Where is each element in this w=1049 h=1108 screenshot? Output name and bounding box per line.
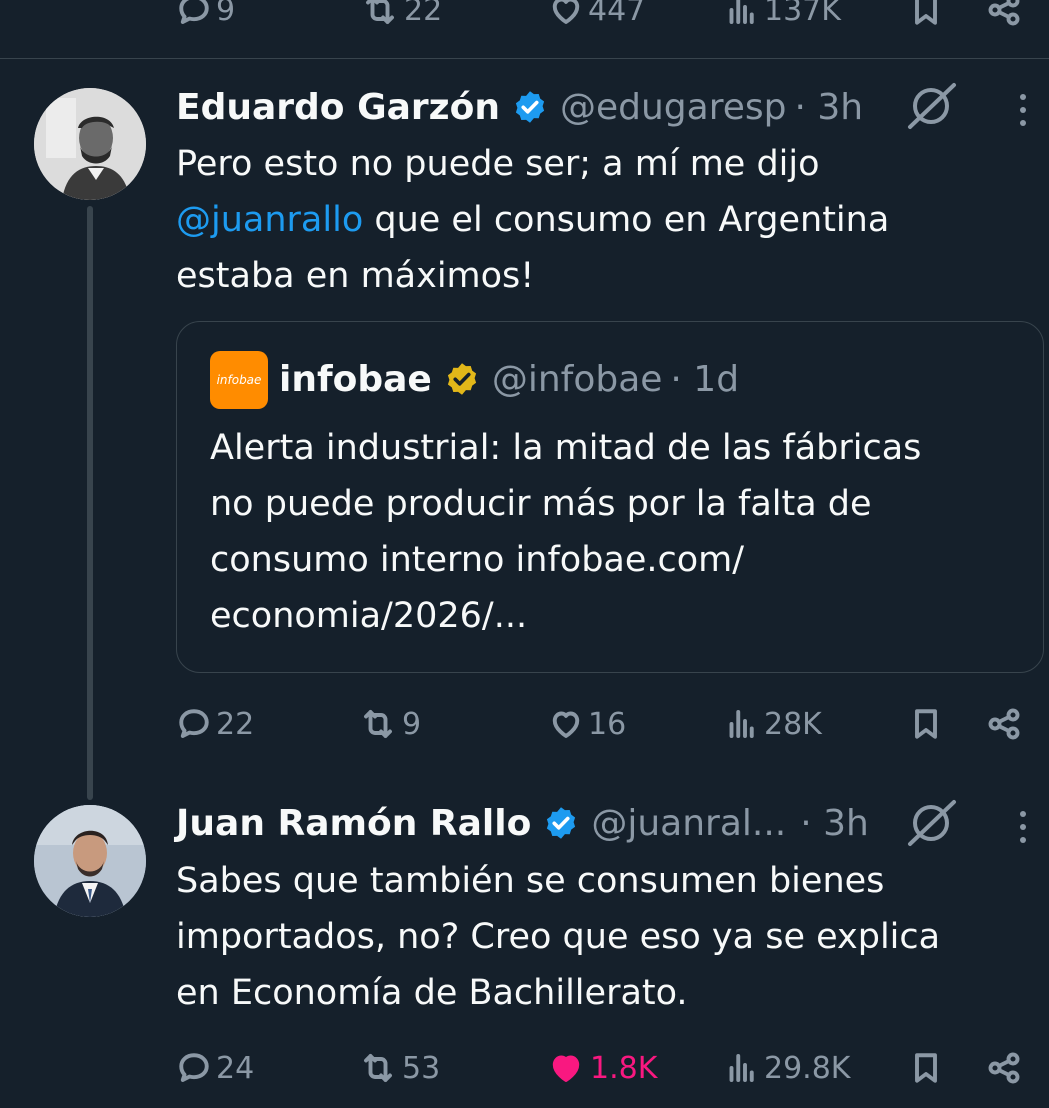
reply-icon xyxy=(179,0,209,24)
verified-gold-badge-icon xyxy=(447,363,476,395)
logo-text: infobae xyxy=(216,373,262,387)
bookmark-icon xyxy=(915,1053,937,1083)
mention-link[interactable]: @juanrallo xyxy=(176,200,363,240)
repost-icon xyxy=(364,710,392,738)
reply-count: 9 xyxy=(216,0,236,28)
quote-text: Alerta industrial: la mitad de las fábri… xyxy=(210,420,1030,644)
verified-badge-icon[interactable] xyxy=(512,89,548,125)
tweet-time[interactable]: · 3h xyxy=(794,87,863,128)
grok-icon[interactable] xyxy=(904,797,958,849)
infobae-logo: infobae xyxy=(210,351,268,409)
views-count: 137K xyxy=(764,0,841,28)
tweet-header: Eduardo Garzón @edugaresp · 3h xyxy=(176,84,863,130)
repost-button[interactable]: 22 xyxy=(360,0,442,28)
tweet-text: Sabes que también se consumen bienes imp… xyxy=(176,853,1026,1021)
quote-time: · 1d xyxy=(670,358,740,400)
like-count: 16 xyxy=(588,706,627,742)
author-handle[interactable]: @juanral... xyxy=(591,803,786,844)
bookmark-icon xyxy=(915,0,937,25)
repost-count: 22 xyxy=(404,0,443,28)
thread-line xyxy=(87,206,93,800)
repost-icon xyxy=(364,1054,392,1082)
tweet-text-line: en Economía de Bachillerato. xyxy=(176,973,688,1013)
share-icon xyxy=(988,1052,1020,1084)
quote-handle: @infobae xyxy=(491,358,663,400)
quote-header: infobae @infobae · 1d xyxy=(279,356,739,402)
quoted-tweet[interactable]: infobae infobae @infobae · 1d Alerta ind… xyxy=(176,321,1044,673)
reply-count: 22 xyxy=(216,706,255,742)
share-icon xyxy=(988,708,1020,740)
share-button[interactable] xyxy=(984,0,1024,28)
quote-text-line: no puede producir más por la falta de xyxy=(210,484,872,524)
share-icon xyxy=(988,0,1020,26)
like-count: 1.8K xyxy=(590,1050,658,1086)
avatar[interactable] xyxy=(34,805,146,917)
tweet-text-line: Sabes que también se consumen bienes xyxy=(176,861,885,901)
like-button[interactable]: 16 xyxy=(548,706,626,742)
views-button[interactable]: 137K xyxy=(724,0,841,28)
quote-text-line: Alerta industrial: la mitad de las fábri… xyxy=(210,428,922,468)
tweet-text-fragment: que el consumo en Argentina xyxy=(363,200,890,240)
like-button[interactable]: 447 xyxy=(548,0,645,28)
tweet-time[interactable]: · 3h xyxy=(800,803,869,844)
author-handle[interactable]: @edugaresp xyxy=(560,87,787,128)
bookmark-icon xyxy=(915,709,937,739)
avatar[interactable] xyxy=(34,88,146,200)
bookmark-button[interactable] xyxy=(908,0,944,28)
repost-count: 53 xyxy=(402,1050,441,1086)
author-name[interactable]: Eduardo Garzón xyxy=(176,87,500,128)
views-count: 28K xyxy=(764,706,822,742)
views-button[interactable]: 28K xyxy=(724,706,822,742)
more-icon[interactable] xyxy=(1020,811,1026,843)
repost-button[interactable]: 53 xyxy=(358,1050,440,1086)
views-count: 29.8K xyxy=(764,1050,851,1086)
tweet-text: Pero esto no puede ser; a mí me dijo @ju… xyxy=(176,136,1026,304)
reply-button[interactable]: 24 xyxy=(176,1050,254,1086)
tweet-text-line: importados, no? Creo que eso ya se expli… xyxy=(176,917,941,957)
reply-icon xyxy=(179,709,209,738)
share-button[interactable] xyxy=(984,1050,1024,1086)
like-count: 447 xyxy=(588,0,646,28)
more-icon[interactable] xyxy=(1020,94,1026,126)
repost-count: 9 xyxy=(402,706,422,742)
heart-filled-icon xyxy=(552,1055,580,1082)
verified-badge-icon[interactable] xyxy=(543,805,579,841)
repost-icon xyxy=(366,0,394,24)
share-button[interactable] xyxy=(984,706,1024,742)
heart-icon xyxy=(552,0,580,24)
author-name[interactable]: Juan Ramón Rallo xyxy=(176,803,531,844)
views-icon xyxy=(729,0,754,24)
tweet-header: Juan Ramón Rallo @juanral... · 3h xyxy=(176,800,869,846)
divider xyxy=(0,58,1049,59)
reply-button[interactable]: 22 xyxy=(176,706,254,742)
heart-icon xyxy=(552,711,580,738)
like-button[interactable]: 1.8K xyxy=(546,1050,657,1086)
views-icon xyxy=(729,1054,754,1082)
quote-text-line: economia/2026/... xyxy=(210,596,528,636)
quote-text-line: consumo interno infobae.com/ xyxy=(210,540,745,580)
tweet-text-line: @juanrallo que el consumo en Argentina xyxy=(176,192,1026,248)
bookmark-button[interactable] xyxy=(908,706,944,742)
bookmark-button[interactable] xyxy=(908,1050,944,1086)
views-button[interactable]: 29.8K xyxy=(724,1050,850,1086)
reply-button[interactable]: 9 xyxy=(176,0,235,28)
tweet-text-line: Pero esto no puede ser; a mí me dijo xyxy=(176,144,820,184)
reply-count: 24 xyxy=(216,1050,255,1086)
reply-icon xyxy=(179,1053,209,1082)
repost-button[interactable]: 9 xyxy=(358,706,421,742)
avatar-photo xyxy=(34,805,146,917)
avatar-photo xyxy=(34,88,146,200)
tweet-text-line: estaba en máximos! xyxy=(176,256,535,296)
quote-author-name: infobae xyxy=(279,358,432,400)
grok-icon[interactable] xyxy=(904,80,958,132)
views-icon xyxy=(729,710,754,738)
